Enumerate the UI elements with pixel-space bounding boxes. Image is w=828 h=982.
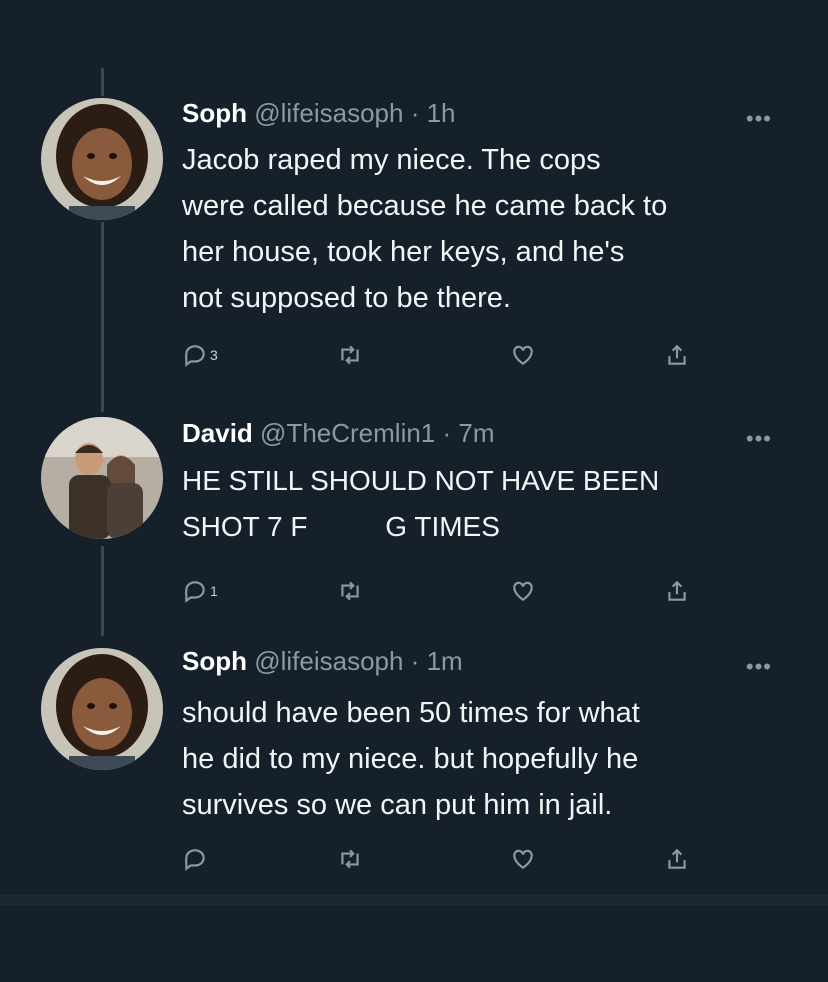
retweet-button[interactable] xyxy=(337,574,363,608)
more-icon[interactable]: ••• xyxy=(746,108,772,130)
share-button[interactable] xyxy=(664,842,690,876)
tweet-header: Soph @lifeisasoph · 1m xyxy=(182,646,463,677)
share-icon xyxy=(668,344,686,365)
tweet-actions: 1 xyxy=(182,574,722,608)
display-name[interactable]: David xyxy=(182,418,253,448)
user-handle[interactable]: @lifeisasoph xyxy=(254,646,403,676)
display-name[interactable]: Soph xyxy=(182,646,247,676)
avatar[interactable] xyxy=(41,648,163,770)
heart-icon xyxy=(513,849,533,869)
share-icon xyxy=(668,580,686,601)
timestamp[interactable]: · 1m xyxy=(411,646,463,676)
heart-icon xyxy=(513,581,533,601)
reply-button[interactable]: 3 xyxy=(182,338,218,372)
tweet-text: Jacob raped my niece. The cops were call… xyxy=(182,144,668,314)
avatar[interactable] xyxy=(41,417,163,539)
avatar-image xyxy=(41,98,163,220)
more-icon[interactable]: ••• xyxy=(746,656,772,678)
timestamp[interactable]: · 1h xyxy=(411,98,456,128)
display-name[interactable]: Soph xyxy=(182,98,247,128)
tweet[interactable]: David @TheCremlin1 · 7m ••• HE STILL SHO… xyxy=(0,390,828,630)
retweet-icon xyxy=(341,581,359,601)
tweet-header: David @TheCremlin1 · 7m xyxy=(182,418,495,449)
avatar[interactable] xyxy=(41,98,163,220)
tweet[interactable]: Soph @lifeisasoph · 1h ••• Jacob raped m… xyxy=(0,0,828,390)
like-button[interactable] xyxy=(510,338,536,372)
reply-count: 1 xyxy=(210,583,218,599)
retweet-button[interactable] xyxy=(337,338,363,372)
retweet-icon xyxy=(341,849,359,869)
reply-button[interactable] xyxy=(182,842,208,876)
divider xyxy=(0,895,828,905)
share-icon xyxy=(668,848,686,869)
tweet-text: HE STILL SHOULD NOT HAVE BEEN SHOT 7 F G… xyxy=(182,465,660,542)
tweet[interactable]: Soph @lifeisasoph · 1m ••• should have b… xyxy=(0,630,828,895)
retweet-button[interactable] xyxy=(337,842,363,876)
timestamp[interactable]: · 7m xyxy=(443,418,495,448)
reply-icon xyxy=(184,581,205,603)
avatar-image xyxy=(41,417,163,539)
more-icon[interactable]: ••• xyxy=(746,428,772,450)
heart-icon xyxy=(513,345,533,365)
reply-button[interactable]: 1 xyxy=(182,574,218,608)
user-handle[interactable]: @TheCremlin1 xyxy=(260,418,435,448)
tweet-text: should have been 50 times for what he di… xyxy=(182,697,640,821)
like-button[interactable] xyxy=(510,574,536,608)
share-button[interactable] xyxy=(664,574,690,608)
reply-icon xyxy=(184,849,205,871)
share-button[interactable] xyxy=(664,338,690,372)
like-button[interactable] xyxy=(510,842,536,876)
reply-count: 3 xyxy=(210,347,218,363)
avatar-image xyxy=(41,648,163,770)
tweet-actions: 3 xyxy=(182,338,722,372)
tweet-actions xyxy=(182,842,722,876)
retweet-icon xyxy=(341,345,359,365)
user-handle[interactable]: @lifeisasoph xyxy=(254,98,403,128)
tweet-header: Soph @lifeisasoph · 1h xyxy=(182,98,456,129)
reply-icon xyxy=(184,345,205,367)
